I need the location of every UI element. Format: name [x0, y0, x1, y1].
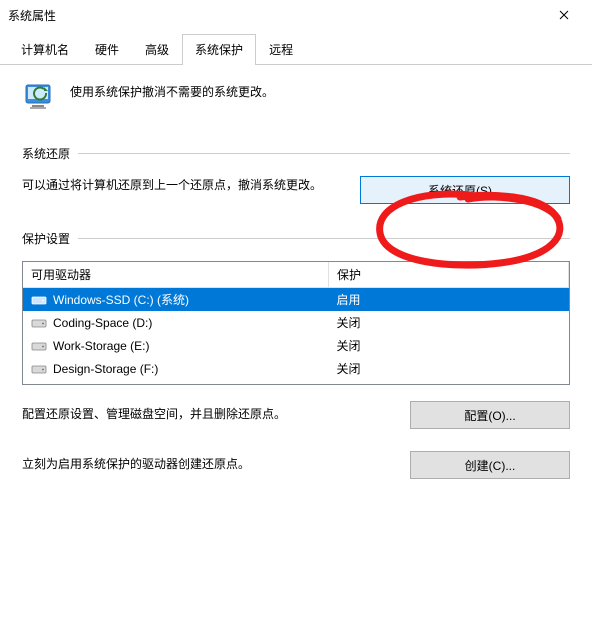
drive-name: Coding-Space (D:) [53, 316, 152, 330]
restore-description: 可以通过将计算机还原到上一个还原点，撤消系统更改。 [22, 176, 332, 195]
tab-label: 远程 [269, 43, 293, 57]
table-row[interactable]: Work-Storage (E:) 关闭 [23, 334, 569, 357]
create-row: 立刻为启用系统保护的驱动器创建还原点。 创建(C)... [22, 451, 570, 479]
tab-label: 硬件 [95, 43, 119, 57]
configure-row: 配置还原设置、管理磁盘空间，并且删除还原点。 配置(O)... [22, 401, 570, 429]
drive-icon [31, 340, 47, 352]
tab-computer-name[interactable]: 计算机名 [8, 34, 82, 64]
section-header-protection: 保护设置 [22, 230, 570, 247]
create-button[interactable]: 创建(C)... [410, 451, 570, 479]
section-header-restore: 系统还原 [22, 145, 570, 162]
table-row[interactable]: Design-Storage (F:) 关闭 [23, 357, 569, 380]
tab-bar: 计算机名 硬件 高级 系统保护 远程 [0, 30, 592, 65]
tab-remote[interactable]: 远程 [256, 34, 306, 64]
drive-name: Design-Storage (F:) [53, 362, 158, 376]
table-row[interactable]: Windows-SSD (C:) (系统) 启用 [23, 288, 569, 312]
drive-name: Work-Storage (E:) [53, 339, 149, 353]
titlebar: 系统属性 [0, 0, 592, 30]
divider [78, 238, 570, 239]
divider [78, 153, 570, 154]
button-label: 创建(C)... [465, 457, 516, 474]
table-row[interactable]: Coding-Space (D:) 关闭 [23, 311, 569, 334]
tab-label: 高级 [145, 43, 169, 57]
section-label: 系统还原 [22, 145, 70, 162]
drive-name: Windows-SSD (C:) (系统) [53, 291, 189, 308]
close-icon [559, 10, 569, 20]
restore-row: 可以通过将计算机还原到上一个还原点，撤消系统更改。 系统还原(S)... [22, 176, 570, 204]
button-label: 配置(O)... [464, 407, 515, 424]
drive-table[interactable]: 可用驱动器 保护 Windows-SSD (C:) (系统)启用Coding-S… [22, 261, 570, 385]
col-header-drive[interactable]: 可用驱动器 [23, 262, 328, 288]
drive-status: 关闭 [328, 334, 568, 357]
configure-button[interactable]: 配置(O)... [410, 401, 570, 429]
system-restore-button[interactable]: 系统还原(S)... [360, 176, 570, 204]
intro-row: 使用系统保护撤消不需要的系统更改。 [22, 79, 570, 115]
tab-label: 计算机名 [21, 43, 69, 57]
configure-description: 配置还原设置、管理磁盘空间，并且删除还原点。 [22, 405, 362, 424]
intro-text: 使用系统保护撤消不需要的系统更改。 [70, 79, 274, 100]
tab-panel-system-protection: 使用系统保护撤消不需要的系统更改。 系统还原 可以通过将计算机还原到上一个还原点… [0, 65, 592, 515]
drive-icon [31, 317, 47, 329]
tab-advanced[interactable]: 高级 [132, 34, 182, 64]
button-label: 系统还原(S)... [428, 182, 502, 199]
drive-status: 启用 [328, 288, 568, 312]
drive-status: 关闭 [328, 311, 568, 334]
create-description: 立刻为启用系统保护的驱动器创建还原点。 [22, 455, 362, 474]
drive-icon [31, 363, 47, 375]
drive-status: 关闭 [328, 357, 568, 380]
col-header-status[interactable]: 保护 [328, 262, 568, 288]
tab-label: 系统保护 [195, 43, 243, 57]
section-label: 保护设置 [22, 230, 70, 247]
tab-system-protection[interactable]: 系统保护 [182, 34, 256, 65]
window-title: 系统属性 [8, 7, 56, 24]
tab-hardware[interactable]: 硬件 [82, 34, 132, 64]
drive-icon [31, 294, 47, 306]
system-protection-icon [22, 79, 58, 115]
close-button[interactable] [544, 1, 584, 29]
